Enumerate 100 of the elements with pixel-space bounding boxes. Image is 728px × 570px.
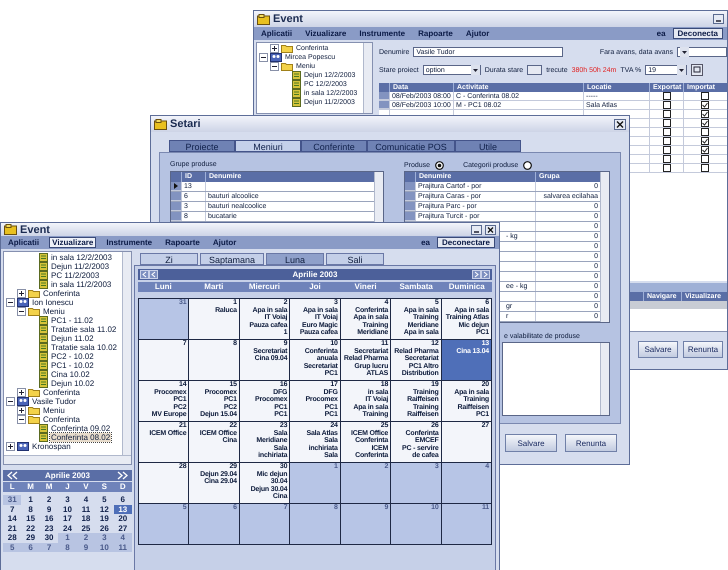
dialog-button[interactable]: Renunta — [565, 434, 617, 452]
menu-item[interactable]: Ajutor — [210, 237, 240, 248]
checkbox[interactable] — [662, 110, 670, 118]
scrollbar[interactable] — [600, 172, 609, 322]
tree-item[interactable]: Dejun 11.02 — [50, 334, 95, 343]
checkbox[interactable] — [662, 155, 670, 163]
calendar-day[interactable]: 11 — [76, 504, 96, 514]
dialog-button[interactable]: Renunta — [683, 341, 723, 358]
calendar-day[interactable]: 26 — [95, 524, 114, 533]
scrollbar[interactable] — [122, 252, 131, 455]
tab[interactable]: Meniuri — [235, 140, 301, 152]
calendar-day[interactable]: 2 — [40, 495, 58, 504]
collapse-icon[interactable] — [17, 415, 26, 424]
tree-item[interactable]: Vasile Tudor — [31, 397, 77, 406]
dropdown-icon[interactable] — [680, 47, 689, 57]
calendar-day[interactable]: 15 — [21, 514, 40, 524]
checkbox[interactable] — [701, 92, 709, 100]
minimize-icon[interactable] — [713, 14, 724, 24]
tab[interactable]: Sali — [326, 253, 384, 265]
calendar-day[interactable]: 5 — [3, 542, 22, 552]
menu-item[interactable]: Aplicatii — [5, 237, 42, 248]
calendar-day[interactable]: 30 — [40, 533, 58, 542]
close-icon[interactable] — [614, 118, 626, 130]
checkbox[interactable] — [701, 164, 709, 172]
calendar-day[interactable]: 22 — [21, 524, 40, 533]
tree-item[interactable]: Meniu — [42, 307, 66, 316]
scrollbar[interactable] — [4, 455, 131, 464]
dialog-button[interactable]: Salvare — [638, 341, 678, 358]
scrollbar[interactable] — [374, 172, 383, 222]
checkbox[interactable] — [662, 146, 670, 154]
calendar-day[interactable]: 24 — [58, 524, 77, 533]
calendar-day[interactable]: 2 — [76, 533, 96, 542]
collapse-icon[interactable] — [17, 307, 26, 316]
tab[interactable]: Proiecte — [169, 140, 235, 152]
window-icon[interactable] — [691, 64, 704, 76]
tree-item[interactable]: in sala 12/2/2003 — [50, 253, 113, 262]
scrollbar[interactable] — [363, 43, 372, 113]
expand-icon[interactable] — [17, 406, 26, 415]
radio-button[interactable] — [523, 160, 532, 170]
tree-item[interactable]: Conferinta — [42, 388, 81, 397]
menu-item[interactable]: Ajutor — [462, 28, 492, 39]
calendar-day[interactable]: 29 — [21, 533, 40, 542]
tree-item[interactable]: PC 11/2/2003 — [50, 271, 100, 280]
checkbox[interactable] — [662, 128, 670, 136]
calendar-day[interactable]: 8 — [21, 504, 40, 514]
tree-item[interactable]: Dejun 10.02 — [50, 379, 96, 388]
tab[interactable]: Saptamana — [200, 253, 264, 265]
checkbox[interactable] — [662, 137, 670, 145]
duration-field[interactable] — [527, 65, 542, 75]
tree-item[interactable]: Tratatie sala 11.02 — [50, 325, 118, 334]
checkbox[interactable] — [662, 119, 670, 127]
expand-icon[interactable] — [17, 388, 26, 397]
tab[interactable]: Luna — [266, 253, 324, 265]
calendar-day[interactable]: 3 — [58, 495, 77, 504]
calendar-day[interactable]: 6 — [114, 495, 132, 504]
calendar-day[interactable]: 12 — [95, 504, 114, 514]
calendar-day[interactable]: 21 — [3, 524, 22, 533]
calendar-day[interactable]: 20 — [114, 514, 132, 524]
checkbox[interactable] — [662, 164, 670, 172]
tree-item[interactable]: PC1 - 10.02 — [50, 361, 95, 370]
calendar-day[interactable]: 3 — [95, 533, 114, 542]
menu-item[interactable]: Vizualizare — [49, 237, 96, 248]
collapse-icon[interactable] — [270, 62, 279, 71]
minimize-icon[interactable] — [471, 224, 482, 234]
expand-icon[interactable] — [17, 289, 26, 298]
previous-icon[interactable] — [140, 270, 158, 279]
calendar-day[interactable]: 4 — [76, 495, 96, 504]
calendar-day[interactable]: 31 — [3, 495, 22, 504]
calendar-day[interactable]: 4 — [114, 533, 132, 542]
calendar-day[interactable]: 1 — [58, 533, 77, 542]
row-selector[interactable] — [171, 182, 181, 191]
tree-item[interactable]: Conferinta — [42, 289, 81, 298]
text-area[interactable] — [502, 342, 610, 416]
calendar-day[interactable]: 7 — [3, 504, 22, 514]
tree-item[interactable]: in sala 11/2/2003 — [50, 280, 112, 289]
tree-item[interactable]: Ion Ionescu — [31, 298, 74, 307]
calendar-day[interactable]: 18 — [76, 514, 96, 524]
tree-item[interactable]: Kronospan — [31, 442, 72, 451]
checkbox[interactable] — [701, 137, 709, 145]
logout-button[interactable]: Deconecta — [672, 28, 723, 39]
collapse-icon[interactable] — [6, 298, 15, 307]
tree-item[interactable]: Conferinta 09.02 — [50, 424, 112, 433]
menu-item[interactable]: Rapoarte — [415, 28, 456, 39]
calendar-day[interactable]: 19 — [95, 514, 114, 524]
menu-item[interactable]: Rapoarte — [162, 237, 203, 248]
calendar-day[interactable]: 7 — [40, 542, 58, 552]
checkbox[interactable] — [701, 128, 709, 136]
close-icon[interactable] — [485, 224, 496, 234]
menu-item[interactable]: Instrumente — [103, 237, 156, 248]
dropdown-icon[interactable] — [677, 65, 686, 75]
logout-button[interactable]: Deconectare — [436, 237, 495, 248]
dialog-button[interactable]: Salvare — [505, 434, 557, 452]
expand-icon[interactable] — [6, 442, 15, 451]
menu-item[interactable]: Instrumente — [356, 28, 408, 39]
advance-date-select[interactable] — [677, 47, 727, 57]
radio-button[interactable] — [435, 160, 444, 170]
checkbox[interactable] — [701, 110, 709, 118]
checkbox[interactable] — [662, 101, 670, 109]
tab[interactable]: Conferinte — [301, 140, 367, 152]
checkbox[interactable] — [701, 101, 709, 109]
